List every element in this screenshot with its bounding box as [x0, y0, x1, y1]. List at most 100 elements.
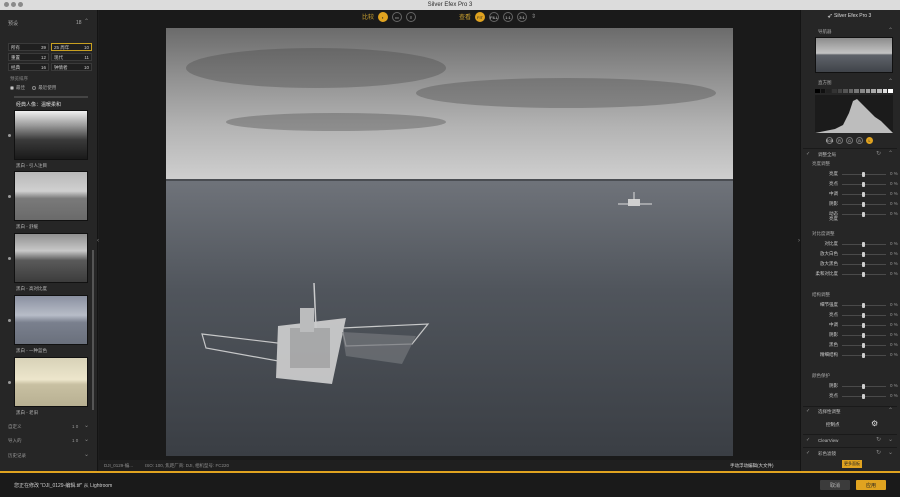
chevron-down-icon[interactable]: ⌄: [84, 452, 89, 458]
category-classic[interactable]: 经典 16: [8, 63, 49, 71]
photo-preview[interactable]: [166, 28, 733, 456]
chevron-down-icon[interactable]: ⌄: [84, 437, 89, 443]
slider-protect-shadows[interactable]: 阴影 0 %: [806, 383, 898, 391]
category-25th[interactable]: 25 周年 10: [51, 43, 92, 51]
preset-thumbnail[interactable]: [14, 295, 88, 345]
category-all[interactable]: 所有 39: [8, 43, 49, 51]
reset-icon[interactable]: ↻: [876, 437, 881, 443]
preset-label: 黑白 - 老旧: [16, 410, 38, 415]
chevron-up-icon[interactable]: ⌃: [888, 408, 893, 414]
slider-structure-midtones[interactable]: 中调 0 %: [806, 322, 898, 330]
zoom-1-1-button[interactable]: 1:1: [503, 12, 513, 22]
preset-bullet: [8, 319, 11, 322]
protect-group-label: 颜色保护: [812, 373, 830, 378]
section-custom-count: 1 0: [72, 424, 79, 429]
apply-button[interactable]: 应用: [856, 480, 886, 490]
slider-brightness[interactable]: 亮度 0 %: [806, 171, 898, 179]
tone-swatches: [815, 89, 893, 93]
section-history[interactable]: 历史记录: [8, 453, 26, 459]
preset-thumbnail[interactable]: [14, 171, 88, 221]
color-filter-check-icon[interactable]: ✓: [806, 450, 810, 456]
channel-g-button[interactable]: G: [846, 137, 853, 144]
compare-split-button[interactable]: ◐: [378, 12, 388, 22]
local-adjust-check-icon[interactable]: ✓: [806, 408, 810, 414]
channel-b-button[interactable]: B: [856, 137, 863, 144]
reset-icon[interactable]: ↻: [876, 450, 881, 456]
compare-stack-button[interactable]: ≡: [406, 12, 416, 22]
color-filter-label: 彩色滤镜: [818, 451, 836, 456]
preset-group-title: 经典人像：温暖柔和: [16, 102, 62, 108]
slider-contrast[interactable]: 对比度 0 %: [806, 241, 898, 249]
category-modern[interactable]: 现代 11: [51, 53, 92, 61]
slider-midtones[interactable]: 中调 0 %: [806, 191, 898, 199]
reset-icon[interactable]: ↻: [876, 151, 881, 157]
global-adjust-check-icon[interactable]: ✓: [806, 151, 810, 157]
chevron-down-icon[interactable]: ⌄: [84, 423, 89, 429]
compare-side-button[interactable]: ▭: [392, 12, 402, 22]
chevron-up-icon[interactable]: ⌃: [888, 151, 893, 157]
clearview-label: ClearView: [818, 438, 839, 443]
section-imported-count: 1 0: [72, 438, 79, 443]
sort-label: 预览排序: [10, 76, 28, 81]
zoom-fit-button[interactable]: FIT: [475, 12, 485, 22]
slider-dynamic-brightness[interactable]: 动态 亮度 0 %: [806, 211, 898, 221]
view-label: 查看: [459, 15, 472, 21]
preset-thumbnail[interactable]: [14, 110, 88, 160]
slider-detail-strength[interactable]: 细节强度 0 %: [806, 302, 898, 310]
channel-l-button[interactable]: L: [866, 137, 873, 144]
window-title: Silver Efex Pro 3: [427, 1, 473, 8]
slider-structure-blacks[interactable]: 黑色 0 %: [806, 342, 898, 350]
chevron-up-icon[interactable]: ⌃: [84, 19, 89, 25]
title-bar: Silver Efex Pro 3: [0, 0, 900, 10]
slider-amplify-blacks[interactable]: 放大黑色 0 %: [806, 261, 898, 269]
slider-structure-shadows[interactable]: 阴影 0 %: [806, 332, 898, 340]
status-edit-mode[interactable]: 手动浮动编辑(大文件): [730, 463, 774, 469]
sort-recent-radio[interactable]: 最近使用: [32, 85, 56, 91]
zoom-stepper-icon[interactable]: ⇕: [531, 14, 536, 20]
preset-label: 黑白 - 一种蓝色: [16, 348, 47, 353]
panel-divider: [803, 447, 897, 448]
section-imported[interactable]: 导入的: [8, 438, 22, 444]
cancel-button[interactable]: 取消: [820, 480, 850, 490]
presets-separator: [14, 96, 88, 98]
clearview-check-icon[interactable]: ✓: [806, 437, 810, 443]
preset-thumbnail[interactable]: [14, 233, 88, 283]
slider-fine-structure[interactable]: 精细结构 0 %: [806, 352, 898, 360]
chevron-up-icon[interactable]: ⌃: [888, 79, 893, 85]
slider-structure-highlights[interactable]: 亮点 0 %: [806, 312, 898, 320]
brand-title: Silver Efex Pro 3: [834, 13, 872, 19]
navigator-thumbnail[interactable]: [815, 37, 893, 73]
presets-count: 18: [76, 20, 82, 26]
sort-options: 最佳 最近使用: [10, 85, 62, 91]
structure-group-label: 结构调整: [812, 292, 830, 297]
presets-scrollbar[interactable]: [92, 250, 94, 410]
add-control-point-icon[interactable]: ⚙: [871, 419, 878, 428]
chevron-down-icon[interactable]: ⌄: [888, 437, 893, 443]
histogram-graph: [815, 95, 893, 133]
presets-header: 预设: [8, 21, 19, 27]
zoom-3-1-button[interactable]: 3:1: [517, 12, 527, 22]
preset-thumbnail[interactable]: [14, 357, 88, 407]
bottom-bar: 您正在修改 "DJI_0129-编辑.tif" 从 Lightroom 取消 应…: [0, 473, 900, 497]
slider-highlights[interactable]: 亮点 0 %: [806, 181, 898, 189]
section-custom[interactable]: 自定义: [8, 424, 22, 430]
slider-soft-contrast[interactable]: 柔和对比度 0 %: [806, 271, 898, 279]
channel-rgb-button[interactable]: RGB: [826, 137, 833, 144]
chevron-down-icon[interactable]: ⌄: [888, 450, 893, 456]
slider-shadows[interactable]: 阴影 0 %: [806, 201, 898, 209]
zoom-fill-button[interactable]: FILL: [489, 12, 499, 22]
chevron-up-icon[interactable]: ⌃: [888, 28, 893, 34]
more-panels-button[interactable]: 更多面板: [842, 460, 862, 468]
slider-protect-highlights[interactable]: 亮点 0 %: [806, 393, 898, 401]
sort-best-radio[interactable]: 最佳: [10, 85, 25, 91]
panel-divider: [803, 148, 897, 149]
nik-logo-icon: ➶: [827, 13, 833, 20]
collapse-left-icon[interactable]: ‹: [97, 238, 99, 244]
slider-amplify-whites[interactable]: 放大白色 0 %: [806, 251, 898, 259]
brightness-group-label: 亮度调整: [812, 161, 830, 166]
category-favorites[interactable]: 钟情者 10: [51, 63, 92, 71]
category-reset[interactable]: 重置 12: [8, 53, 49, 61]
compare-label: 比较: [362, 15, 375, 21]
navigator-label: 导航器: [818, 29, 832, 34]
channel-r-button[interactable]: R: [836, 137, 843, 144]
